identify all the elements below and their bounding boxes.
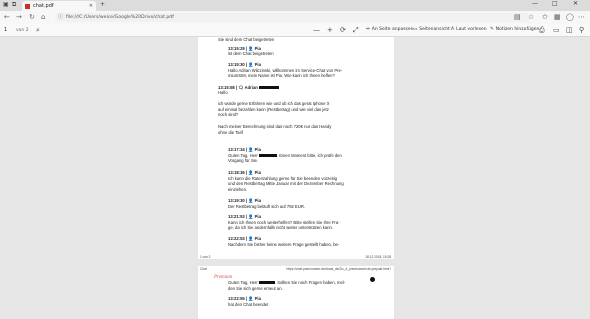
redacted-name	[258, 154, 277, 158]
favorites-icon[interactable]: ✩	[542, 13, 548, 21]
save-as-icon[interactable]: ◫	[566, 26, 573, 34]
close-window-button[interactable]: ✕	[573, 0, 578, 7]
msg-line: ge, da ich Sie andernfalls nicht weiter …	[228, 225, 333, 230]
minimize-button[interactable]: —	[532, 0, 538, 7]
pdf-page-1: Sie sind dem Chat beigetreten 13:15:29 |…	[198, 37, 394, 259]
tab-title: chat.pdf	[33, 3, 54, 9]
msg-line: Hallo	[218, 90, 228, 95]
fit-page-icon: ⇔	[366, 27, 370, 32]
msg-line: Der Restbetrag beläuft sich auf 792 EUR.	[228, 204, 306, 209]
read-aloud-icon: A	[451, 27, 455, 32]
page-view-icon: ▭	[413, 27, 418, 32]
fit-icon[interactable]: ⤢	[353, 26, 359, 35]
back-icon[interactable]: ←	[4, 13, 10, 21]
pdf-viewer[interactable]: Sie sind dem Chat beigetreten 13:15:29 |…	[0, 37, 590, 319]
zoom-out-icon[interactable]: —	[313, 26, 320, 34]
address-bar[interactable]: ⓘ file:///C:/Users/weice/Google%20Drive/…	[55, 13, 530, 22]
zoom-in-icon[interactable]: +	[327, 26, 333, 34]
fit-page-label: An Seite anpassen	[371, 27, 414, 32]
more-menu-icon[interactable]: ⋯	[578, 13, 585, 21]
msg-line: und den Restbetrag Mitte Januar mit der …	[228, 181, 344, 186]
search-icon[interactable]: ⌕	[36, 26, 40, 35]
page-footer-right: 18.12.2018, 15:28	[365, 255, 391, 259]
pin-toolbar-icon[interactable]: ⚲	[579, 26, 584, 34]
msg-timestamp: 13:21:53 | 👤 Pia	[228, 214, 261, 219]
msg-timestamp: 13:18:36 | 👤 Pia	[228, 170, 261, 175]
page-footer-left: 1 von 2	[200, 255, 211, 259]
collections-icon[interactable]: ▦	[554, 13, 561, 21]
msg-line: noch sind?	[218, 112, 239, 117]
maximize-button[interactable]: □	[552, 0, 558, 7]
msg-line: Vorgang für Sie.	[228, 158, 259, 163]
page-header-right: https://chat.premiumsim.de/chats_de/2/c_…	[286, 267, 391, 271]
msg-line: Nachdem Sie bisher keine weitere Frage g…	[228, 242, 340, 247]
profile-icon[interactable]: ◯	[566, 13, 574, 21]
pdf-icon	[25, 3, 30, 9]
redacted-name	[258, 281, 275, 285]
tab-bar: ▣ ⧉ chat.pdf ✕ + — □ ✕	[0, 0, 590, 11]
tab-actions-icon[interactable]: ⧉	[12, 1, 16, 9]
close-tab-icon[interactable]: ✕	[89, 3, 93, 9]
rotate-icon[interactable]: ⟳	[340, 26, 346, 34]
home-icon[interactable]: ⌂	[41, 13, 45, 21]
msg-text-part: . Einen Moment bitte, ich prüfe den	[276, 153, 342, 158]
page-view-label: Seitenansicht	[419, 27, 450, 32]
add-notes-button[interactable]: ✎ Notizen hinzufügen	[490, 27, 539, 32]
pdf-page-2: Chat https://chat.premiumsim.de/chats_de…	[198, 266, 394, 319]
forward-icon[interactable]: →	[16, 13, 22, 21]
msg-line: Nach meiner Berechnung sind das noch 720…	[218, 124, 332, 129]
read-aloud-button[interactable]: A Laut vorlesen	[451, 27, 487, 32]
navigation-bar: ← → ↻ ⌂ ⓘ file:///C:/Users/weice/Google%…	[0, 11, 590, 24]
print-icon[interactable]: ⎙	[539, 26, 545, 35]
save-icon[interactable]: ▭	[553, 26, 560, 34]
chat-icon	[370, 277, 375, 282]
new-tab-icon[interactable]: +	[100, 1, 105, 8]
msg-line-redacted: Guten Tag, Herr . Sollten Sie noch Frage…	[228, 280, 345, 285]
pen-icon: ✎	[490, 27, 494, 32]
msg-timestamp: 13:22:53 | 👤 Pia	[228, 236, 261, 241]
favorite-star-icon[interactable]: ☆	[528, 13, 534, 21]
redacted-name	[259, 86, 280, 90]
page-header-left: Chat	[200, 267, 207, 271]
page-view-button[interactable]: ▭ Seitenansicht	[413, 27, 450, 32]
msg-line: einziehen.	[228, 187, 248, 192]
address-text: file:///C:/Users/weice/Google%20Drive/ch…	[66, 15, 174, 20]
msg-text-part: Guten Tag, Herr	[228, 280, 258, 285]
window-menu-icon[interactable]: ▣	[3, 1, 9, 8]
read-aloud-label: Laut vorlesen	[456, 27, 487, 32]
msg-timestamp: 13:15:30 | 👤 Pia	[228, 62, 261, 67]
info-icon[interactable]: ⓘ	[58, 13, 63, 22]
msg-timestamp: 13:17:34 | 👤 Pia	[228, 147, 261, 152]
page-number-input[interactable]: 1	[4, 27, 14, 34]
msg-timestamp: 13:22:55 | 👤 Pia	[228, 296, 261, 301]
msg-line: miumSIM, mein Name ist Pia. Wie kann ich…	[228, 73, 335, 78]
msg-text-part: . Sollten Sie noch Fragen haben, mel-	[274, 280, 346, 285]
msg-line: den Sie sich gerne erneut an.	[228, 286, 283, 291]
msg-line: ohne die Tarif	[218, 130, 244, 135]
fit-page-button[interactable]: ⇔ An Seite anpassen	[366, 27, 414, 32]
page-count-label: von 2	[16, 28, 29, 33]
add-notes-label: Notizen hinzufügen	[495, 27, 540, 32]
read-mode-icon[interactable]: ▤	[514, 13, 521, 21]
msg-line: Sie sind dem Chat beigetreten	[218, 37, 275, 42]
tab-chat-pdf[interactable]: chat.pdf ✕	[22, 1, 96, 11]
pdf-toolbar: 1 von 2 ⌕ — + ⟳ ⤢ ⇔ An Seite anpassen ▭ …	[0, 24, 590, 37]
msg-timestamp: 13:19:30 | 👤 Pia	[228, 198, 261, 203]
msg-line: ist dem Chat beigetreten	[228, 51, 274, 56]
msg-line: ich würde gerne Erfahren wie und ob ich …	[218, 101, 330, 106]
msg-line: hat den Chat beendet	[228, 302, 269, 307]
refresh-icon[interactable]: ↻	[29, 13, 35, 21]
